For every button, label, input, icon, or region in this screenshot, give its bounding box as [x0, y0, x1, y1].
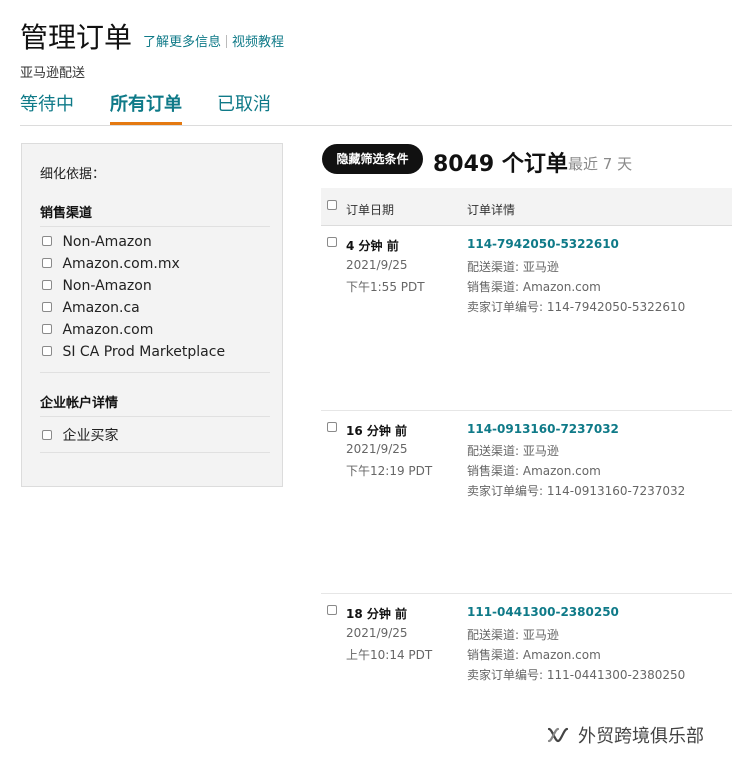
filter-option-amazon-com-mx[interactable]: Amazon.com.mx [42, 256, 180, 272]
learn-more-link[interactable]: 了解更多信息 [143, 35, 221, 50]
filter-option-business-buyer[interactable]: 企业买家 [42, 425, 118, 445]
filter-option-label: Amazon.com.mx [62, 256, 180, 272]
orders-table-header: 订单日期 订单详情 [321, 188, 732, 226]
checkbox[interactable] [42, 258, 52, 268]
watermark-text: 外贸跨境俱乐部 [578, 726, 704, 747]
filter-option-non-amazon-2[interactable]: Non-Amazon [42, 278, 152, 294]
fulfillment-channel: 配送渠道: 亚马逊 [467, 260, 559, 274]
filter-option-si-ca-prod-marketplace[interactable]: SI CA Prod Marketplace [42, 344, 225, 360]
column-header-order-details: 订单详情 [467, 203, 516, 217]
order-date: 2021/9/25 [346, 258, 408, 272]
sales-channel: 销售渠道: Amazon.com [467, 280, 601, 294]
page-subtitle: 亚马逊配送 [20, 66, 86, 81]
checkbox[interactable] [42, 324, 52, 334]
order-age: 16 分钟 前 [346, 424, 408, 438]
tabs-divider [20, 125, 732, 126]
fulfillment-channel: 配送渠道: 亚马逊 [467, 444, 559, 458]
order-id-link[interactable]: 114-7942050-5322610 [467, 237, 619, 251]
checkbox[interactable] [42, 280, 52, 290]
order-date: 2021/9/25 [346, 626, 408, 640]
sales-channel: 销售渠道: Amazon.com [467, 648, 601, 662]
filter-option-non-amazon[interactable]: Non-Amazon [42, 234, 152, 250]
checkbox[interactable] [42, 430, 52, 440]
order-id-link[interactable]: 111-0441300-2380250 [467, 605, 619, 619]
seller-order-id: 卖家订单编号: 111-0441300-2380250 [467, 668, 686, 682]
order-checkbox[interactable] [327, 237, 337, 247]
filter-option-label: SI CA Prod Marketplace [62, 344, 226, 360]
wechat-channel-icon [547, 727, 569, 743]
header-links: 了解更多信息 视频教程 [143, 31, 284, 50]
seller-order-id: 卖家订单编号: 114-7942050-5322610 [467, 300, 686, 314]
checkbox[interactable] [42, 236, 52, 246]
section-divider [40, 452, 270, 453]
filter-section-title-business-account: 企业帐户详情 [40, 396, 119, 411]
order-checkbox[interactable] [327, 605, 337, 615]
order-row: 18 分钟 前 2021/9/25 上午10:14 PDT 111-044130… [321, 594, 732, 714]
tab-cancelled[interactable]: 已取消 [217, 90, 271, 116]
order-count: 8049 个订单 [433, 152, 568, 177]
order-time: 上午10:14 PDT [346, 648, 433, 662]
page-title: 管理订单 [20, 21, 133, 54]
order-age: 4 分钟 前 [346, 239, 399, 253]
refine-label: 细化依据： [40, 167, 106, 182]
select-all-checkbox[interactable] [327, 200, 337, 210]
tab-all-orders[interactable]: 所有订单 [110, 90, 182, 116]
fulfillment-channel: 配送渠道: 亚马逊 [467, 628, 559, 642]
sales-channel: 销售渠道: Amazon.com [467, 464, 601, 478]
column-header-order-date[interactable]: 订单日期 [346, 201, 394, 218]
watermark: 外贸跨境俱乐部 [546, 722, 704, 748]
section-divider [40, 372, 270, 373]
filter-panel: 细化依据： 销售渠道 Non-Amazon Amazon.com.mx Non-… [21, 143, 283, 487]
date-range-label: 最近 7 天 [568, 155, 633, 173]
order-checkbox[interactable] [327, 422, 337, 432]
link-divider [226, 35, 228, 48]
order-row: 16 分钟 前 2021/9/25 下午12:19 PDT 114-091316… [321, 411, 732, 593]
filter-option-label: Amazon.ca [62, 300, 140, 316]
order-row: 4 分钟 前 2021/9/25 下午1:55 PDT 114-7942050-… [321, 226, 732, 410]
checkbox[interactable] [42, 302, 52, 312]
order-id-link[interactable]: 114-0913160-7237032 [467, 422, 619, 436]
filter-section-title-sales-channel: 销售渠道 [40, 206, 93, 221]
video-tutorial-link[interactable]: 视频教程 [232, 35, 284, 50]
seller-order-id: 卖家订单编号: 114-0913160-7237032 [467, 484, 686, 498]
filter-option-label: Non-Amazon [62, 278, 152, 294]
section-divider [40, 226, 270, 227]
order-age: 18 分钟 前 [346, 607, 408, 621]
order-date: 2021/9/25 [346, 442, 408, 456]
tab-pending[interactable]: 等待中 [20, 90, 74, 116]
hide-filters-button[interactable]: 隐藏筛选条件 [322, 144, 423, 174]
filter-option-label: Non-Amazon [62, 234, 152, 250]
filter-option-label: 企业买家 [62, 428, 119, 444]
filter-option-amazon-com[interactable]: Amazon.com [42, 322, 153, 338]
order-time: 下午12:19 PDT [346, 464, 433, 478]
checkbox[interactable] [42, 346, 52, 356]
filter-option-amazon-ca[interactable]: Amazon.ca [42, 300, 140, 316]
filter-option-label: Amazon.com [62, 322, 154, 338]
section-divider [40, 416, 270, 417]
order-time: 下午1:55 PDT [346, 280, 425, 294]
